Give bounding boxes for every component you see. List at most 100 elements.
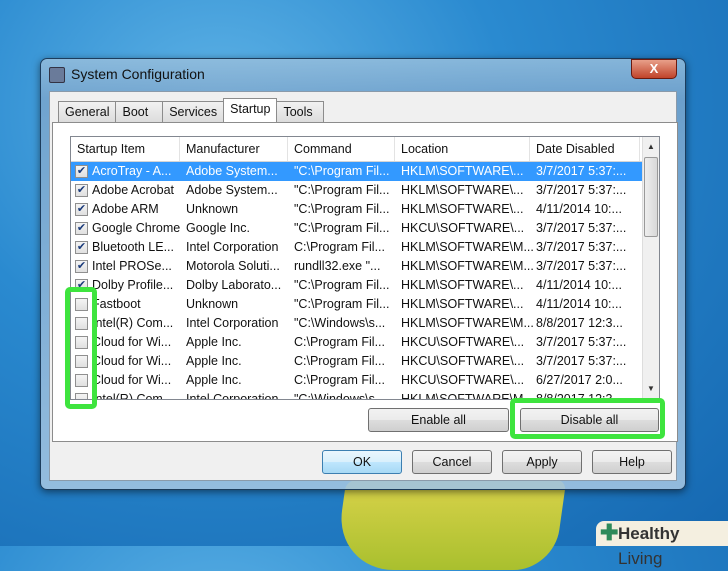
tab-boot[interactable]: Boot xyxy=(115,101,164,122)
location-cell: HKLM\SOFTWARE\... xyxy=(401,278,524,292)
command-cell: "C:\Program Fil... xyxy=(294,297,390,311)
list-rows: ✔ AcroTray - A... Adobe System... "C:\Progr… xyxy=(71,162,659,400)
date-disabled-cell: 8/8/2017 12:3... xyxy=(536,316,623,330)
date-disabled-cell: 3/7/2017 5:37:... xyxy=(536,164,627,178)
command-cell: "C:\Program Fil... xyxy=(294,278,390,292)
manufacturer-cell: Intel Corporation xyxy=(186,392,279,400)
scroll-up-icon[interactable]: ▲ xyxy=(643,139,659,155)
manufacturer-cell: Apple Inc. xyxy=(186,335,242,349)
date-disabled-cell: 3/7/2017 5:37:... xyxy=(536,259,627,273)
table-row[interactable]: Cloud for Wi... Apple Inc. C:\Program Fil.… xyxy=(71,333,659,352)
table-row[interactable]: ✔ Google Chrome Google Inc. "C:\Program Fil… xyxy=(71,219,659,238)
desktop-wallpaper-shape xyxy=(333,480,567,570)
command-cell: rundll32.exe "... xyxy=(294,259,381,273)
table-row[interactable]: ✔ Adobe ARM Unknown "C:\Program Fil... HKLM\… xyxy=(71,200,659,219)
manufacturer-cell: Google Inc. xyxy=(186,221,250,235)
manufacturer-cell: Adobe System... xyxy=(186,164,278,178)
table-row[interactable]: Cloud for Wi... Apple Inc. C:\Program Fil.… xyxy=(71,352,659,371)
date-disabled-cell: 3/7/2017 5:37:... xyxy=(536,221,627,235)
checkbox-highlight xyxy=(65,287,97,409)
enable-checkbox[interactable]: ✔ xyxy=(75,241,88,254)
startup-item-name: Adobe ARM xyxy=(92,202,159,216)
startup-item-name: Adobe Acrobat xyxy=(92,183,175,197)
tab-tools[interactable]: Tools xyxy=(276,101,324,122)
table-row[interactable]: Cloud for Wi... Apple Inc. C:\Program Fil.… xyxy=(71,371,659,390)
manufacturer-cell: Dolby Laborato... xyxy=(186,278,282,292)
location-cell: HKLM\SOFTWARE\M... xyxy=(401,316,534,330)
window-title: System Configuration xyxy=(71,66,205,82)
enable-checkbox[interactable]: ✔ xyxy=(75,260,88,273)
table-row[interactable]: Fastboot Unknown "C:\Program Fil... HKLM\SO… xyxy=(71,295,659,314)
column-location[interactable]: Location xyxy=(395,137,530,161)
manufacturer-cell: Apple Inc. xyxy=(186,354,242,368)
startup-item-name: Fastboot xyxy=(92,297,141,311)
ok-button[interactable]: OK xyxy=(322,450,402,474)
date-disabled-cell: 6/27/2017 2:0... xyxy=(536,373,623,387)
command-cell: "C:\Program Fil... xyxy=(294,202,390,216)
manufacturer-cell: Apple Inc. xyxy=(186,373,242,387)
cancel-button[interactable]: Cancel xyxy=(412,450,492,474)
startup-item-cell: ✔ Google Chrome xyxy=(71,219,180,238)
enable-checkbox[interactable]: ✔ xyxy=(75,222,88,235)
table-row[interactable]: ✔ Adobe Acrobat Adobe System... "C:\Program… xyxy=(71,181,659,200)
column-date-disabled[interactable]: Date Disabled xyxy=(530,137,640,161)
vertical-scrollbar[interactable]: ▲ ▼ xyxy=(642,137,659,399)
location-cell: HKCU\SOFTWARE\... xyxy=(401,335,525,349)
startup-item-name: Cloud for Wi... xyxy=(92,373,172,387)
tab-bar: General Boot Services Startup Tools xyxy=(58,98,324,122)
command-cell: "C:\Program Fil... xyxy=(294,164,390,178)
scroll-down-icon[interactable]: ▼ xyxy=(643,381,659,397)
startup-panel: Startup Item Manufacturer Command Locati… xyxy=(52,122,678,442)
command-cell: "C:\Program Fil... xyxy=(294,183,390,197)
location-cell: HKCU\SOFTWARE\... xyxy=(401,354,525,368)
manufacturer-cell: Unknown xyxy=(186,202,239,216)
location-cell: HKLM\SOFTWARE\... xyxy=(401,202,524,216)
apply-button[interactable]: Apply xyxy=(502,450,582,474)
location-cell: HKCU\SOFTWARE\... xyxy=(401,221,525,235)
logo-text-light: Living xyxy=(618,549,663,568)
startup-item-cell: ✔ AcroTray - A... xyxy=(71,162,180,181)
scroll-thumb[interactable] xyxy=(644,157,658,237)
startup-item-cell: ✔ Adobe Acrobat xyxy=(71,181,180,200)
enable-checkbox[interactable]: ✔ xyxy=(75,165,88,178)
startup-list[interactable]: Startup Item Manufacturer Command Locati… xyxy=(70,136,660,400)
table-row[interactable]: ✔ Intel PROSe... Motorola Soluti... rundll3… xyxy=(71,257,659,276)
command-cell: C:\Program Fil... xyxy=(294,354,385,368)
startup-item-name: Cloud for Wi... xyxy=(92,335,172,349)
tab-general[interactable]: General xyxy=(58,101,117,122)
enable-checkbox[interactable]: ✔ xyxy=(75,184,88,197)
startup-item-name: Google Chrome xyxy=(92,221,180,235)
date-disabled-cell: 3/7/2017 5:37:... xyxy=(536,335,627,349)
command-cell: C:\Program Fil... xyxy=(294,335,385,349)
startup-item-name: Cloud for Wi... xyxy=(92,354,172,368)
tab-startup[interactable]: Startup xyxy=(223,98,278,122)
enable-all-button[interactable]: Enable all xyxy=(368,408,509,432)
date-disabled-cell: 4/11/2014 10:... xyxy=(536,297,622,311)
column-command[interactable]: Command xyxy=(288,137,395,161)
column-startup-item[interactable]: Startup Item xyxy=(71,137,180,161)
disable-all-highlight xyxy=(510,398,665,439)
table-row[interactable]: ✔ Bluetooth LE... Intel Corporation C:\Prog… xyxy=(71,238,659,257)
enable-checkbox[interactable]: ✔ xyxy=(75,203,88,216)
table-row[interactable]: ✔ AcroTray - A... Adobe System... "C:\Progr… xyxy=(71,162,659,181)
list-header: Startup Item Manufacturer Command Locati… xyxy=(71,137,659,162)
command-cell: "C:\Windows\s... xyxy=(294,392,386,400)
manufacturer-cell: Adobe System... xyxy=(186,183,278,197)
table-row[interactable]: ✔ Dolby Profile... Dolby Laborato... "C:\Pr… xyxy=(71,276,659,295)
startup-item-name: Intel(R) Com... xyxy=(92,392,174,400)
location-cell: HKLM\SOFTWARE\... xyxy=(401,183,524,197)
startup-item-name: Intel PROSe... xyxy=(92,259,172,273)
column-manufacturer[interactable]: Manufacturer xyxy=(180,137,288,161)
manufacturer-cell: Intel Corporation xyxy=(186,316,279,330)
manufacturer-cell: Unknown xyxy=(186,297,239,311)
startup-item-cell: ✔ Intel PROSe... xyxy=(71,257,180,276)
close-button[interactable]: X xyxy=(631,59,677,79)
location-cell: HKLM\SOFTWARE\... xyxy=(401,297,524,311)
startup-item-cell: ✔ Adobe ARM xyxy=(71,200,180,219)
table-row[interactable]: Intel(R) Com... Intel Corporation "C:\Wind… xyxy=(71,314,659,333)
location-cell: HKCU\SOFTWARE\... xyxy=(401,373,525,387)
help-button[interactable]: Help xyxy=(592,450,672,474)
tab-services[interactable]: Services xyxy=(162,101,225,122)
logo-text-bold: Healthy xyxy=(618,524,680,543)
plus-icon: ✚ xyxy=(600,520,619,545)
